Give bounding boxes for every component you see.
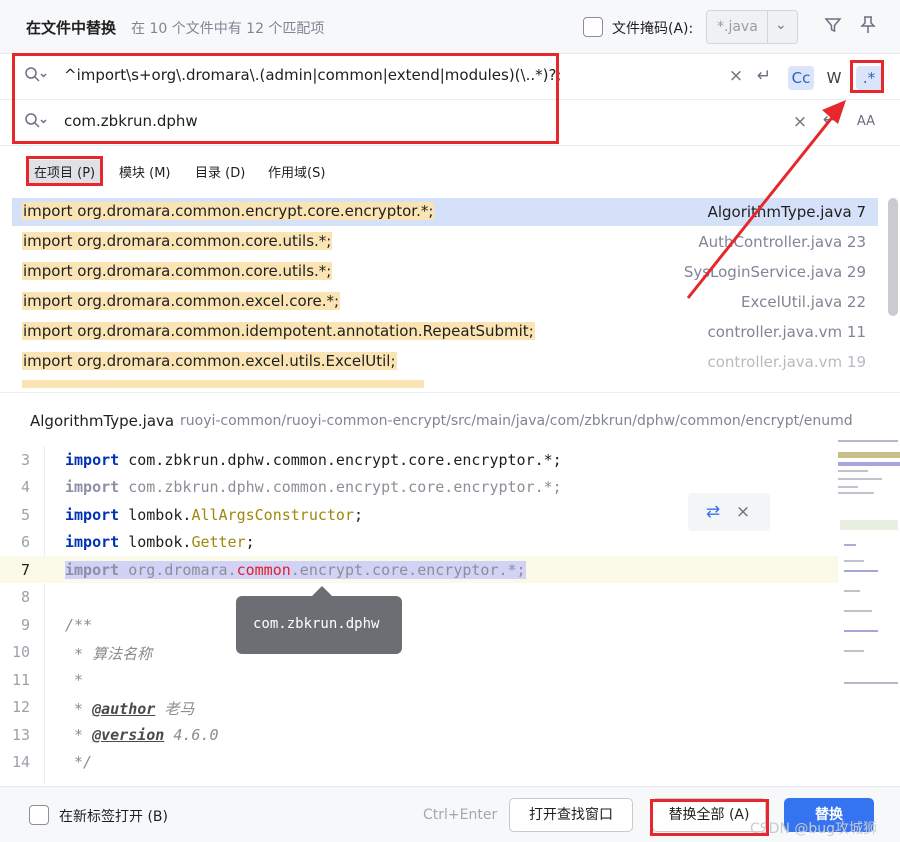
result-row[interactable]: import org.dromara.common.core.utils.*; … (12, 258, 878, 286)
replace-field[interactable]: com.zbkrun.dphw × ↵ AA (0, 100, 900, 146)
inline-toolbar: ⇄ × (688, 493, 770, 531)
code-line-current: 7 import org.dromara.common.encrypt.core… (0, 556, 838, 583)
result-code: import org.dromara.common.idempotent.ann… (22, 322, 535, 340)
preview-path-bar: AlgorithmType.java ruoyi-common/ruoyi-co… (0, 392, 900, 446)
preserve-case-icon[interactable]: AA (852, 112, 880, 132)
regex-toggle[interactable]: .* (856, 66, 882, 90)
result-row[interactable]: import org.dromara.common.encrypt.core.e… (12, 198, 878, 226)
code-line: 8 (20, 588, 30, 606)
result-file: AuthController.java 23 (698, 233, 866, 251)
filter-icon[interactable] (822, 16, 844, 39)
result-file: controller.java.vm 19 (707, 353, 867, 371)
shortcut-hint: Ctrl+Enter (423, 807, 498, 823)
whole-words-toggle[interactable]: W (821, 66, 847, 90)
tab-module[interactable]: 模块 (M) (119, 162, 171, 181)
dialog-title: 在文件中替换 (26, 19, 117, 37)
result-code: import org.dromara.common.excel.core.*; (22, 292, 341, 310)
match-case-toggle[interactable]: Cc (788, 66, 814, 90)
result-code: import org.dromara.common.encrypt.core.e… (22, 202, 435, 220)
result-code: import org.dromara.common.excel.utils.Ex… (22, 352, 397, 370)
code-line: 12 * @author 老马 (11, 698, 195, 718)
tab-scope[interactable]: 作用域(S) (268, 162, 325, 181)
file-mask-checkbox[interactable] (583, 17, 603, 37)
newline-icon[interactable]: ↵ (753, 66, 775, 86)
results-list: import org.dromara.common.encrypt.core.e… (0, 198, 888, 388)
result-row[interactable]: import org.dromara.common.excel.utils.Ex… (12, 348, 878, 376)
replace-all-button[interactable]: 替换全部 (A) (652, 798, 766, 832)
tab-project[interactable]: 在项目 (P) (28, 160, 102, 183)
results-scrollbar[interactable] (888, 198, 898, 316)
new-tab-checkbox[interactable] (29, 805, 49, 825)
replace-input[interactable]: com.zbkrun.dphw (64, 112, 198, 130)
code-line: 13 * @version 4.6.0 (11, 726, 219, 744)
preview-file-name: AlgorithmType.java (30, 412, 175, 430)
clear-search-icon[interactable]: × (726, 66, 746, 86)
new-tab-label: 在新标签打开 (B) (59, 809, 168, 825)
search-history-icon[interactable] (24, 66, 48, 88)
file-mask-label: 文件掩码(A): (612, 21, 694, 37)
result-row[interactable]: import org.dromara.common.excel.core.*; … (12, 288, 878, 316)
file-mask-value: *.java (717, 19, 758, 35)
result-file: controller.java.vm 11 (707, 323, 867, 341)
result-row[interactable]: import org.dromara.common.core.utils.*; … (12, 228, 878, 256)
result-row[interactable]: import org.dromara.common.idempotent.ann… (12, 318, 878, 346)
code-line: 10 * 算法名称 (11, 643, 153, 663)
minimap[interactable] (838, 440, 900, 690)
replace-history-icon[interactable] (24, 112, 48, 134)
newline-icon[interactable]: ↵ (820, 110, 840, 130)
code-line: 14 */ (11, 753, 93, 771)
result-row-partial (22, 380, 424, 388)
replace-preview-icon[interactable]: ⇄ (702, 502, 724, 522)
watermark: CSDN @bug攻城狮 (750, 821, 878, 837)
search-input[interactable]: ^import\s+org\.dromara\.(admin|common|ex… (64, 66, 562, 84)
result-code: import org.dromara.common.core.utils.*; (22, 262, 333, 280)
result-code: import org.dromara.common.core.utils.*; (22, 232, 333, 250)
code-line: 6 import lombok.Getter; (20, 533, 255, 551)
open-find-window-button[interactable]: 打开查找窗口 (509, 798, 633, 832)
result-file: ExcelUtil.java 22 (741, 293, 866, 311)
scope-tabs: 在项目 (P) 模块 (M) 目录 (D) 作用域(S) (0, 146, 900, 196)
file-mask-combo[interactable]: *.java ⌄ (706, 10, 798, 44)
code-line: 9 /** (20, 616, 93, 634)
search-field[interactable]: ^import\s+org\.dromara\.(admin|common|ex… (0, 54, 900, 100)
result-file: SysLoginService.java 29 (683, 263, 866, 281)
dialog-header: 在文件中替换 在 10 个文件中有 12 个匹配项 文件掩码(A): *.jav… (0, 0, 900, 54)
code-line: 11 * (11, 671, 84, 689)
close-icon[interactable]: × (734, 502, 752, 522)
clear-replace-icon[interactable]: × (790, 112, 810, 132)
code-line: 3 import com.zbkrun.dphw.common.encrypt.… (20, 451, 562, 469)
replacement-tooltip: com.zbkrun.dphw (236, 586, 402, 654)
tab-directory[interactable]: 目录 (D) (195, 162, 245, 181)
preview-file-path: ruoyi-common/ruoyi-common-encrypt/src/ma… (180, 413, 853, 429)
chevron-down-icon: ⌄ (775, 17, 787, 33)
pin-icon[interactable] (857, 15, 879, 40)
match-count: 在 10 个文件中有 12 个匹配项 (131, 21, 325, 37)
result-file: AlgorithmType.java 7 (707, 203, 866, 221)
